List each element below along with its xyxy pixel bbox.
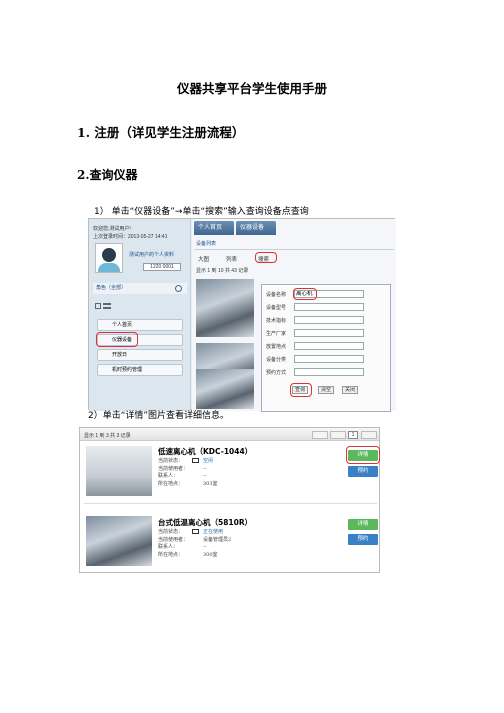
- booking-mode-select[interactable]: [294, 368, 364, 376]
- label-spec: 技术指标: [266, 318, 287, 324]
- highlight-query: [290, 383, 312, 397]
- screenshot-search: 欢迎您,测试用户! 上次登录时间：2013-05-27 14:41 测试用户的个…: [88, 218, 396, 412]
- profile-link[interactable]: 测试用户的个人资料: [129, 251, 174, 258]
- highlight-detail: [346, 446, 380, 464]
- book-button-1[interactable]: 预约: [348, 466, 378, 477]
- results-paging: 显示 1 到 3 共 3 记录: [84, 433, 131, 439]
- next-page-button[interactable]: [361, 431, 377, 439]
- screenshot-results: 显示 1 到 3 共 3 记录 1 低速离心机（KDC-1044） 当前状态： …: [79, 427, 380, 573]
- device-image[interactable]: [196, 279, 254, 337]
- highlight-name-input: [293, 288, 317, 300]
- device-fields-1: 当前状态： 当前使用者： 联系人： 所在地点：: [158, 458, 189, 487]
- prev-page-button[interactable]: [330, 431, 346, 439]
- divider: [194, 249, 394, 250]
- divider: [84, 503, 377, 504]
- device-image[interactable]: [196, 369, 254, 409]
- device-name-2[interactable]: 台式低温离心机（5810R）: [158, 517, 252, 528]
- page-number[interactable]: 1: [348, 431, 358, 439]
- device-values-2: 正在使用 设备管理员2 -- 300室: [203, 529, 232, 558]
- tab-instruments[interactable]: 仪器设备: [236, 221, 276, 235]
- detail-button-2[interactable]: 详情: [348, 519, 378, 530]
- sidebar: 欢迎您,测试用户! 上次登录时间：2013-05-27 14:41 测试用户的个…: [89, 219, 191, 411]
- step-1-text: 1） 单击“仪器设备”→单击“搜索”输入查询设备点查询: [94, 207, 309, 217]
- device-values-1: 空闲 -- -- 303室: [203, 458, 218, 487]
- avatar: [95, 243, 123, 273]
- highlight-instruments: [96, 332, 138, 347]
- category-select[interactable]: [294, 355, 364, 363]
- device-photo-1[interactable]: [86, 446, 152, 496]
- paging-info: 显示 1 到 10 共 43 记录: [196, 268, 249, 274]
- maker-input[interactable]: [294, 329, 364, 337]
- search-panel: 设备名称 离心机 设备型号 技术指标 生产厂家 放置地点 设备分类 预约方式 查…: [261, 284, 391, 412]
- first-page-button[interactable]: [312, 431, 328, 439]
- list-icon[interactable]: [103, 303, 111, 309]
- label-name: 设备名称: [266, 292, 287, 298]
- device-name-1[interactable]: 低速离心机（KDC-1044）: [158, 446, 252, 457]
- refresh-icon[interactable]: [175, 285, 182, 292]
- model-input[interactable]: [294, 303, 364, 311]
- sidebar-item-openday[interactable]: 开放日: [97, 349, 183, 361]
- role-select[interactable]: 角色（全部）: [93, 283, 187, 294]
- monitor-icon: [192, 458, 199, 463]
- sidebar-item-booking[interactable]: 机时预约管理: [97, 364, 183, 376]
- step-2-text: 2）单击“详情”图片查看详细信息。: [88, 411, 230, 421]
- clear-button[interactable]: 清空: [318, 386, 334, 394]
- section-heading-register: 1. 注册（详见学生注册流程）: [77, 125, 245, 140]
- user-id: 1220 0001: [143, 263, 181, 271]
- book-button-2[interactable]: 预约: [348, 534, 378, 545]
- sidebar-item-home[interactable]: 个人首页: [97, 319, 183, 331]
- device-fields-2: 当前状态： 当前使用者： 联系人： 所在地点：: [158, 529, 189, 558]
- monitor-icon: [192, 529, 199, 534]
- spec-input[interactable]: [294, 316, 364, 324]
- highlight-search: [255, 252, 277, 263]
- view-large[interactable]: 大图: [198, 255, 209, 263]
- label-maker: 生产厂家: [266, 331, 287, 337]
- last-login: 上次登录时间：2013-05-27 14:41: [93, 234, 168, 240]
- close-button[interactable]: 关闭: [342, 386, 358, 394]
- location-input[interactable]: [294, 342, 364, 350]
- tab-home[interactable]: 个人首页: [194, 221, 234, 235]
- label-booking-mode: 预约方式: [266, 370, 287, 376]
- grid-icon[interactable]: [95, 303, 101, 309]
- welcome-text: 欢迎您,测试用户!: [93, 226, 131, 232]
- device-list-tab[interactable]: 设备列表: [196, 240, 216, 247]
- view-list[interactable]: 列表: [226, 255, 237, 263]
- label-location: 放置地点: [266, 344, 287, 350]
- label-model: 设备型号: [266, 305, 287, 311]
- section-heading-search: 2.查询仪器: [77, 168, 138, 182]
- label-category: 设备分类: [266, 357, 287, 363]
- device-photo-2[interactable]: [86, 516, 152, 566]
- document-title: 仪器共享平台学生使用手册: [176, 81, 327, 96]
